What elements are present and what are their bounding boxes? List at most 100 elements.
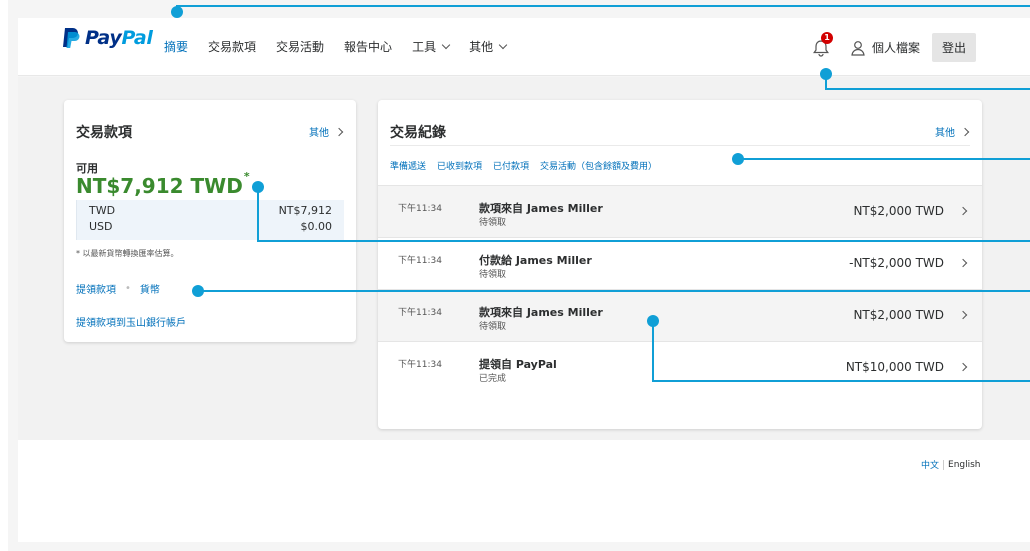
balance-value: NT$7,912 TWD bbox=[76, 174, 243, 198]
transaction-list: 下午11:34 款項來自 James Miller 待領取 NT$2,000 T… bbox=[378, 185, 982, 393]
nav-tools-label: 工具 bbox=[412, 40, 437, 54]
transaction-row[interactable]: 下午11:34 付款給 James Miller 待領取 -NT$2,000 T… bbox=[378, 237, 982, 289]
transaction-row[interactable]: 下午11:34 提領自 PayPal 已完成 NT$10,000 TWD bbox=[378, 341, 982, 393]
activity-card-title: 交易紀錄 bbox=[390, 125, 446, 141]
currency-code: TWD bbox=[89, 204, 116, 217]
funds-links: 提領款項 • 貨幣 bbox=[76, 281, 160, 296]
brand-word2: Pal bbox=[121, 27, 153, 49]
activity-more-link[interactable]: 其他 bbox=[935, 124, 970, 139]
nav-reports-label: 報告中心 bbox=[344, 40, 393, 54]
lang-separator bbox=[943, 459, 945, 470]
notifications-button[interactable]: 1 bbox=[810, 31, 833, 59]
balance-amount: NT$7,912 TWD* bbox=[76, 170, 250, 198]
callout-dot bbox=[647, 315, 659, 327]
tab-all-activity[interactable]: 交易活動（包含餘額及費用） bbox=[540, 159, 657, 172]
funds-more-label: 其他 bbox=[309, 128, 329, 139]
brand-word1: Pay bbox=[85, 27, 122, 49]
currency-code: USD bbox=[89, 220, 113, 233]
callout-line bbox=[198, 290, 1030, 292]
nav-more-label: 其他 bbox=[469, 40, 494, 54]
activity-filter-tabs: 準備遞送 已收到款項 已付款項 交易活動（包含餘額及費用） bbox=[390, 159, 668, 172]
main-nav: 摘要 交易款項 交易活動 報告中心 工具 其他 bbox=[164, 38, 526, 55]
nav-activity-label: 交易活動 bbox=[276, 40, 325, 54]
withdraw-to-bank-link[interactable]: 提領款項到玉山銀行帳戶 bbox=[76, 314, 186, 329]
user-icon bbox=[851, 40, 865, 56]
transaction-row[interactable]: 下午11:34 款項來自 James Miller 待領取 NT$2,000 T… bbox=[378, 289, 982, 341]
currency-amount: $0.00 bbox=[300, 220, 333, 233]
nav-activity[interactable]: 交易活動 bbox=[276, 38, 324, 55]
currency-row: USD $0.00 bbox=[77, 220, 344, 233]
tx-time: 下午11:34 bbox=[398, 204, 442, 214]
chevron-right-icon bbox=[958, 310, 968, 320]
transaction-row[interactable]: 下午11:34 款項來自 James Miller 待領取 NT$2,000 T… bbox=[378, 185, 982, 237]
currency-link[interactable]: 貨幣 bbox=[140, 281, 160, 296]
nav-more[interactable]: 其他 bbox=[469, 38, 508, 55]
callout-dot bbox=[820, 68, 832, 80]
lang-english-link[interactable]: English bbox=[948, 460, 981, 470]
divider bbox=[390, 145, 970, 146]
callout-dot bbox=[171, 6, 183, 18]
callout-line bbox=[652, 380, 1030, 382]
tx-amount: NT$2,000 TWD bbox=[853, 204, 944, 218]
header-actions: 1 個人檔案 登出 bbox=[810, 31, 977, 62]
chevron-right-icon bbox=[334, 127, 344, 136]
chevron-right-icon bbox=[958, 258, 968, 268]
lang-chinese-link[interactable]: 中文 bbox=[921, 458, 939, 471]
callout-line bbox=[257, 186, 259, 241]
currency-amount: NT$7,912 bbox=[278, 204, 332, 217]
funds-more-link[interactable]: 其他 bbox=[309, 124, 344, 139]
logout-button[interactable]: 登出 bbox=[932, 33, 977, 62]
tx-name: 提領自 PayPal bbox=[479, 358, 557, 371]
nav-funds[interactable]: 交易款項 bbox=[208, 38, 256, 55]
tx-status: 待領取 bbox=[479, 270, 507, 280]
withdraw-link[interactable]: 提領款項 bbox=[76, 281, 116, 296]
tab-received[interactable]: 已收到款項 bbox=[437, 159, 482, 172]
nav-summary-label: 摘要 bbox=[164, 40, 189, 54]
callout-dot bbox=[732, 153, 744, 165]
callout-line bbox=[825, 88, 1030, 90]
tx-status: 已完成 bbox=[479, 374, 507, 384]
tx-status: 待領取 bbox=[479, 218, 507, 228]
callout-line bbox=[176, 5, 1030, 7]
funds-card-title: 交易款項 bbox=[76, 125, 132, 141]
tx-amount: -NT$2,000 TWD bbox=[849, 256, 944, 270]
nav-summary[interactable]: 摘要 bbox=[164, 38, 188, 55]
tx-time: 下午11:34 bbox=[398, 256, 442, 266]
activity-more-label: 其他 bbox=[935, 128, 955, 139]
tx-name: 款項來自 James Miller bbox=[479, 306, 603, 319]
chevron-down-icon bbox=[441, 40, 451, 49]
callout-line bbox=[257, 240, 1030, 242]
notification-badge: 1 bbox=[821, 31, 833, 44]
nav-reports[interactable]: 報告中心 bbox=[344, 38, 392, 55]
tx-time: 下午11:34 bbox=[398, 360, 442, 370]
tx-time: 下午11:34 bbox=[398, 308, 442, 318]
chevron-right-icon bbox=[958, 362, 968, 372]
tx-status: 待領取 bbox=[479, 322, 507, 332]
balance-footnote-mark: * bbox=[243, 170, 250, 183]
profile-label: 個人檔案 bbox=[872, 41, 921, 55]
tx-amount: NT$10,000 TWD bbox=[845, 360, 944, 374]
separator-dot: • bbox=[125, 283, 131, 294]
callout-line bbox=[652, 320, 654, 381]
chevron-down-icon bbox=[498, 40, 508, 49]
tab-sent[interactable]: 已付款項 bbox=[493, 159, 529, 172]
chevron-right-icon bbox=[958, 206, 968, 216]
paypal-p-icon bbox=[62, 27, 80, 49]
callout-dot bbox=[192, 285, 204, 297]
paypal-logo[interactable]: PayPal bbox=[62, 27, 153, 49]
currency-table: TWD NT$7,912 USD $0.00 bbox=[76, 200, 344, 240]
nav-tools[interactable]: 工具 bbox=[412, 38, 451, 55]
paypal-wordmark: PayPal bbox=[85, 27, 153, 49]
tx-name: 款項來自 James Miller bbox=[479, 202, 603, 215]
tx-amount: NT$2,000 TWD bbox=[853, 308, 944, 322]
footer-area bbox=[18, 440, 1030, 542]
exchange-rate-note: * 以最新貨幣轉換匯率估算。 bbox=[76, 249, 179, 258]
nav-funds-label: 交易款項 bbox=[208, 40, 257, 54]
profile-button[interactable]: 個人檔案 bbox=[850, 39, 920, 56]
callout-line bbox=[738, 158, 1030, 160]
tab-ready-to-send[interactable]: 準備遞送 bbox=[390, 159, 426, 172]
chevron-right-icon bbox=[960, 127, 970, 136]
tx-name: 付款給 James Miller bbox=[479, 254, 592, 267]
funds-card: 交易款項 其他 可用 NT$7,912 TWD* TWD NT$7,912 USD… bbox=[64, 100, 356, 342]
language-switcher: 中文 English bbox=[921, 458, 981, 471]
